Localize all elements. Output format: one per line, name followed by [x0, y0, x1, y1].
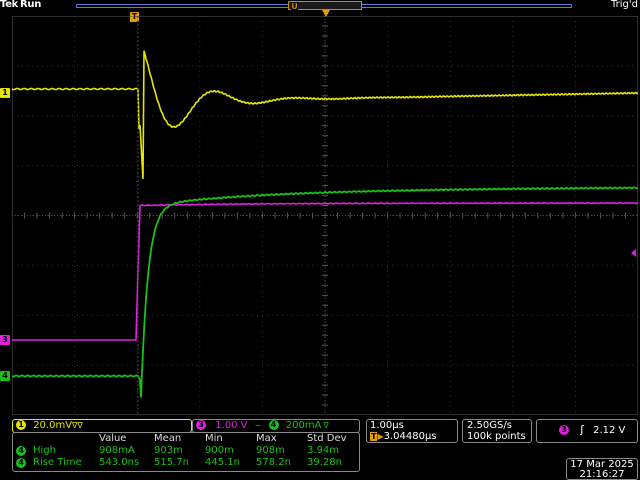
measurement-source-badge: 4 — [16, 446, 26, 456]
channel-1-scale: 20.0mV — [33, 420, 73, 431]
channel-1-level-marker[interactable]: 1 — [0, 88, 10, 98]
channel-3-scale: 1.00 V — [215, 420, 248, 431]
measurement-row[interactable]: 4 Rise Time 543.0ns 515.7n 445.1n 578.2n… — [13, 457, 359, 469]
channel-3-level-marker[interactable]: 3 — [0, 335, 10, 345]
measurement-mean: 903m — [154, 445, 183, 456]
measurement-std-dev: 39.28n — [307, 457, 342, 468]
measurement-min: 900m — [205, 445, 234, 456]
header-std-dev: Std Dev — [307, 433, 347, 444]
header-mean: Mean — [154, 433, 182, 444]
trigger-source-badge: 3 — [559, 425, 569, 435]
window-marker: U — [291, 2, 298, 11]
header-max: Max — [256, 433, 277, 444]
measurement-name: High — [33, 445, 56, 456]
measurement-source-badge: 4 — [16, 458, 26, 468]
record-view-window[interactable]: U — [288, 1, 362, 11]
sample-rate: 2.50GS/s — [467, 420, 512, 431]
bandwidth-limit-icon: ∇∇ — [72, 421, 83, 430]
measurement-max: 908m — [256, 445, 285, 456]
sampling-readout[interactable]: 2.50GS/s 100k points — [462, 419, 532, 443]
channel-4-level-marker[interactable]: 4 — [0, 371, 10, 381]
graticule-plot[interactable] — [12, 16, 638, 415]
brand-acq-state: Tek Run — [0, 0, 41, 10]
horizontal-scale: 1.00µs — [370, 420, 404, 431]
trigger-level-icon[interactable] — [631, 249, 636, 257]
channel-4-badge: 4 — [268, 420, 279, 430]
measurement-max: 578.2n — [256, 457, 291, 468]
trigger-level: 2.12 V — [593, 425, 626, 436]
measurement-header-row: Value Mean Min Max Std Dev — [13, 433, 359, 445]
header-value: Value — [99, 433, 127, 444]
channel-3-badge: 3 — [196, 420, 206, 430]
rising-edge-icon: ʃ — [580, 423, 584, 436]
channel-1-readout[interactable]: 1 20.0mV∇∇ — [12, 419, 192, 433]
coupling-icon: ∽ — [254, 421, 262, 430]
channel-3-4-readout[interactable]: 3 1.00 V ∽ 4 200mA ∇ — [192, 419, 360, 433]
trigger-status: Trig'd — [611, 0, 638, 10]
status-bar: Tek Run U Trig'd — [0, 0, 640, 11]
channel-4-scale: 200mA — [285, 420, 322, 431]
measurement-mean: 515.7n — [154, 457, 189, 468]
acquisition-state: Run — [20, 0, 42, 10]
measurement-value: 908mA — [99, 445, 135, 456]
measurement-table[interactable]: Value Mean Min Max Std Dev 4 High 908mA … — [12, 432, 360, 472]
measurement-row[interactable]: 4 High 908mA 903m 900m 908m 3.94m — [13, 445, 359, 457]
brand-logo: Tek — [0, 0, 19, 10]
horizontal-readout[interactable]: 1.00µs T▶3.04480µs — [366, 419, 458, 443]
waveform-display[interactable] — [12, 16, 638, 415]
channel-1-badge: 1 — [16, 420, 26, 430]
measurement-name: Rise Time — [33, 457, 82, 468]
time: 21:16:27 — [579, 469, 625, 480]
horizontal-delay: 3.04480µs — [383, 431, 437, 442]
measurement-std-dev: 3.94m — [307, 445, 340, 456]
graticule-grid — [12, 16, 638, 415]
trigger-readout[interactable]: 3 ʃ 2.12 V — [536, 419, 638, 443]
date-time-readout: 17 Mar 2025 21:16:27 — [566, 458, 638, 480]
measurement-min: 445.1n — [205, 457, 240, 468]
measurement-value: 543.0ns — [99, 457, 140, 468]
header-min: Min — [205, 433, 223, 444]
channel-1-trace — [12, 50, 638, 180]
channel-4-bandwidth-icon: ∇ — [323, 421, 329, 430]
record-length: 100k points — [467, 431, 526, 442]
